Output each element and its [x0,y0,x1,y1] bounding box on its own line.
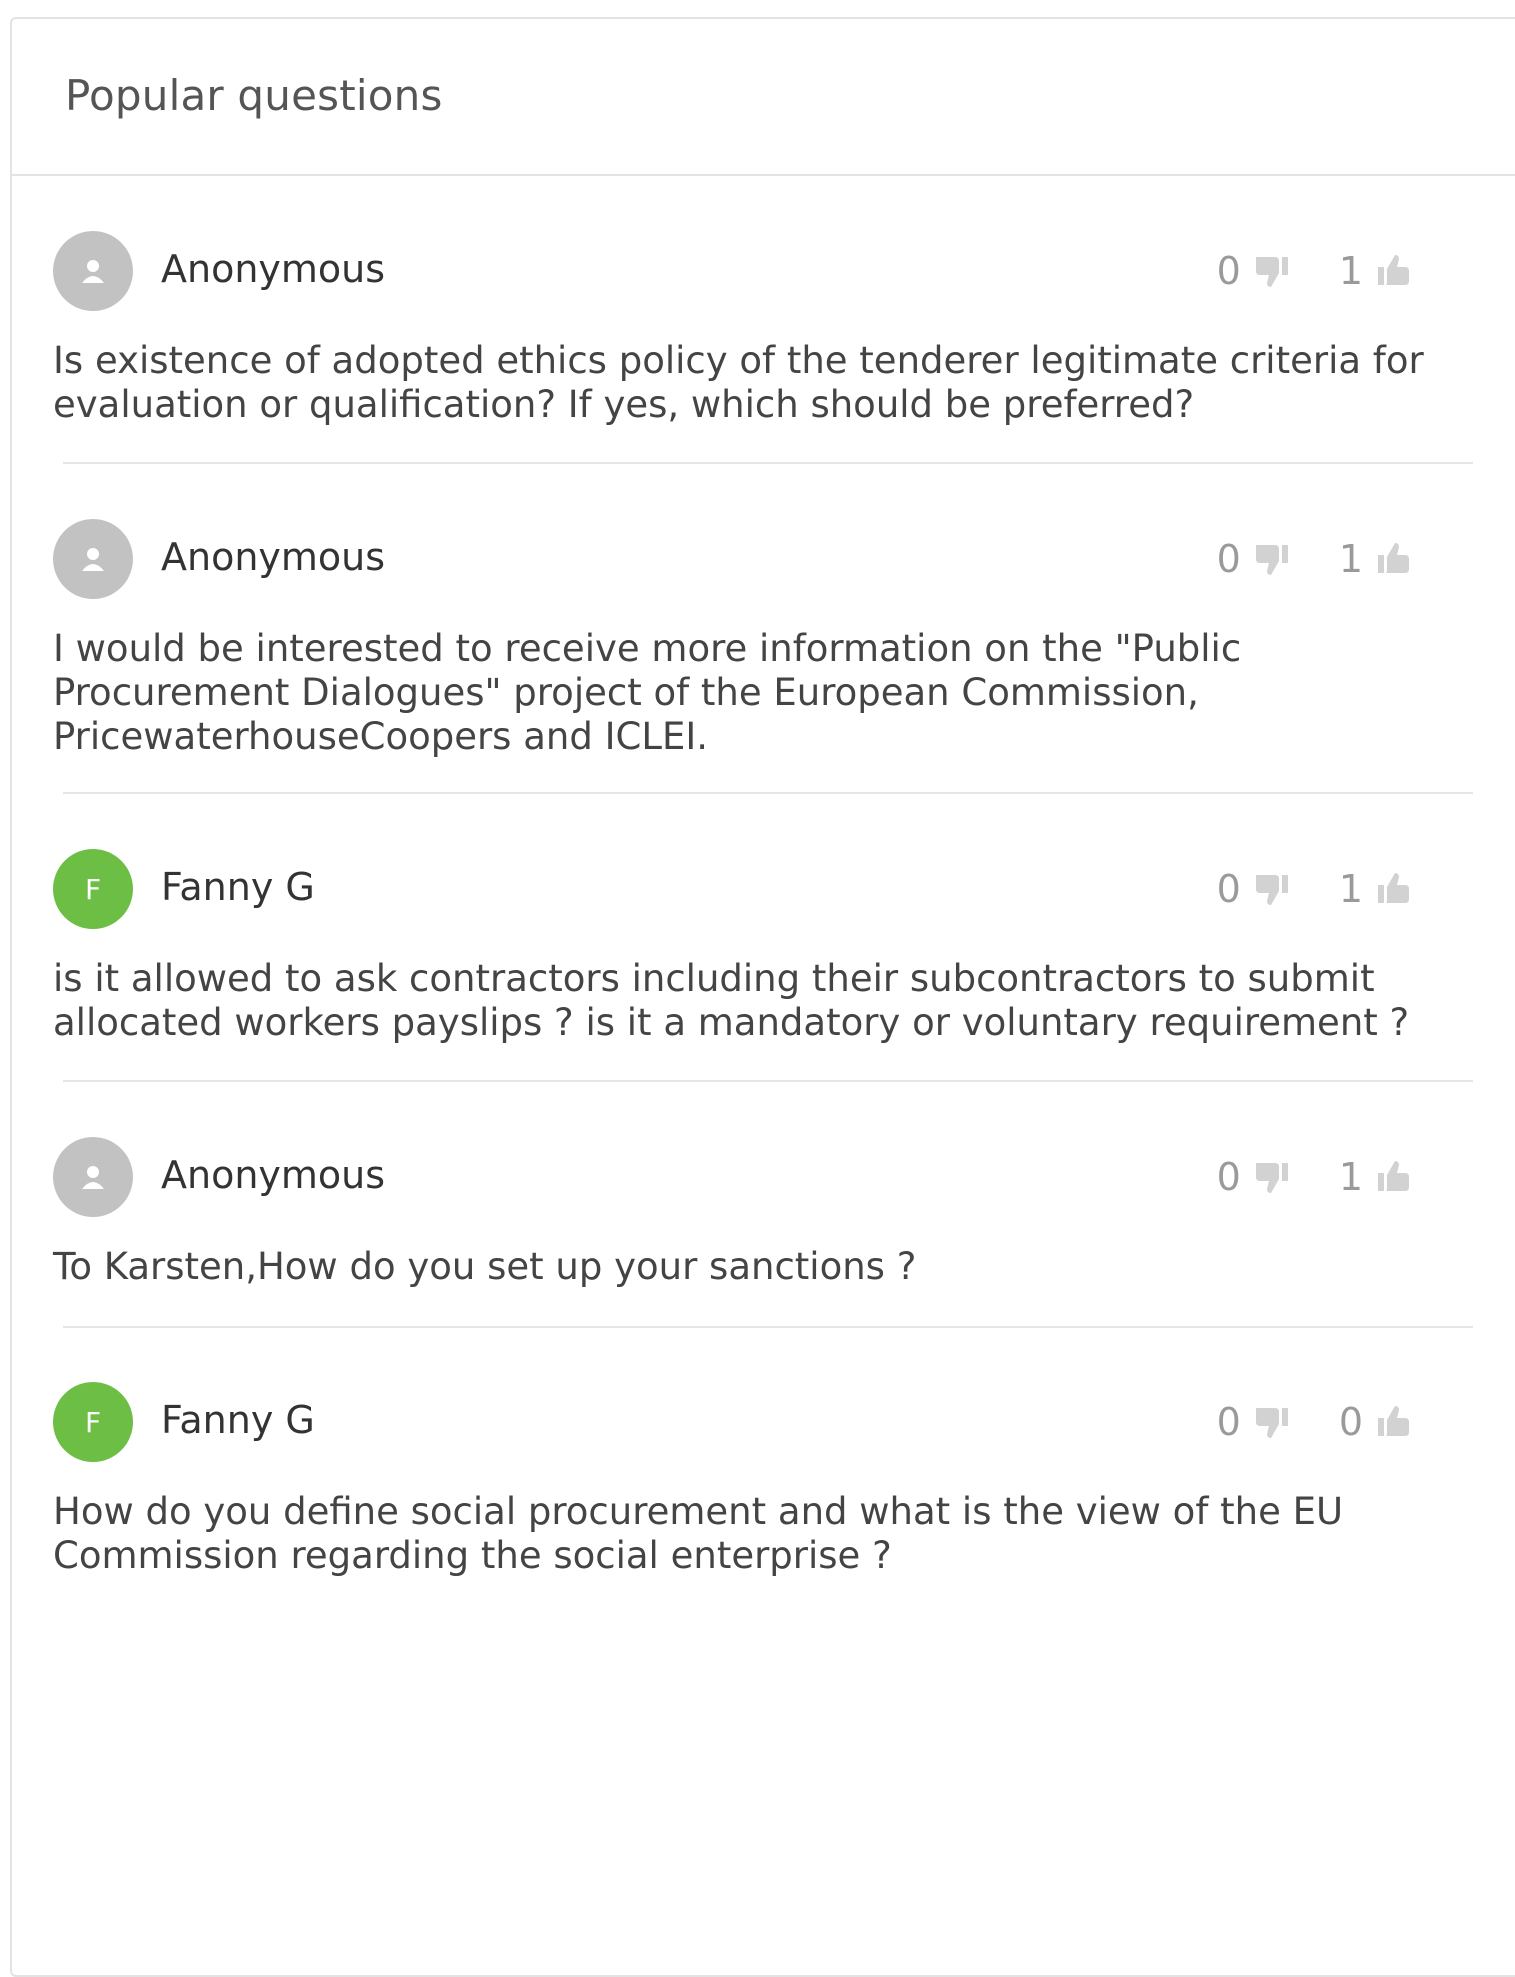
upvote-button[interactable]: 1 [1339,1155,1413,1199]
upvote-button[interactable]: 1 [1339,537,1413,581]
question-text: To Karsten,How do you set up your sancti… [53,1245,917,1288]
vote-controls: 0 1 [1217,867,1413,911]
question-item: Anonymous 0 1 To Karsten,How do you set … [53,1137,1463,1289]
upvote-count: 1 [1338,1155,1363,1199]
thumbs-up-icon [1378,543,1409,573]
vote-controls: 0 1 [1217,537,1413,581]
question-text: How do you define social procurement and… [53,1490,1344,1577]
vote-controls: 0 1 [1217,1155,1413,1199]
avatar [53,1137,133,1217]
thumbs-up-icon [1378,873,1409,903]
thumbs-down-icon [1255,545,1288,575]
avatar [53,519,133,599]
thumbs-down-icon [1255,1408,1288,1438]
thumbs-down-icon [1255,1163,1288,1193]
thumbs-up-icon [1378,1161,1409,1191]
downvote-count: 0 [1216,867,1241,911]
divider [63,1080,1473,1082]
author-name: Anonymous [161,1153,386,1197]
thumbs-down-icon [1255,875,1288,905]
downvote-button[interactable]: 0 [1217,1155,1291,1199]
user-icon [82,260,104,283]
downvote-count: 0 [1216,1400,1241,1444]
question-item: Anonymous 0 1 I would be interested to r… [53,519,1463,759]
question-text: I would be interested to receive more in… [53,627,1242,758]
thumbs-down-icon [1255,257,1288,287]
author-name: Anonymous [161,535,386,579]
downvote-count: 0 [1216,249,1241,293]
user-icon [82,1166,104,1189]
question-text: is it allowed to ask contractors includi… [53,957,1410,1044]
vote-controls: 0 1 [1217,249,1413,293]
upvote-count: 1 [1338,537,1363,581]
upvote-button[interactable]: 1 [1339,867,1413,911]
question-item: Anonymous 0 1 Is existence of adopted et… [53,231,1463,427]
downvote-button[interactable]: 0 [1217,537,1291,581]
downvote-button[interactable]: 0 [1217,1400,1291,1444]
thumbs-up-icon [1378,1406,1409,1436]
panel-header: Popular questions [12,19,1515,176]
upvote-count: 0 [1338,1400,1363,1444]
author-name: Fanny G [161,1398,315,1442]
panel-title: Popular questions [65,71,443,120]
avatar [53,231,133,311]
author-name: Anonymous [161,247,386,291]
downvote-count: 0 [1216,537,1241,581]
divider [63,792,1473,794]
upvote-count: 1 [1338,249,1363,293]
vote-controls: 0 0 [1217,1400,1413,1444]
thumbs-up-icon [1378,255,1409,285]
divider [63,1326,1473,1328]
upvote-button[interactable]: 0 [1339,1400,1413,1444]
upvote-count: 1 [1338,867,1363,911]
question-text: Is existence of adopted ethics policy of… [53,339,1424,426]
author-name: Fanny G [161,865,315,909]
downvote-button[interactable]: 0 [1217,867,1291,911]
user-icon [82,548,104,571]
question-item: F Fanny G 0 1 is it allowed to ask contr… [53,849,1463,1045]
divider [63,462,1473,464]
avatar: F [53,849,133,929]
downvote-button[interactable]: 0 [1217,249,1291,293]
downvote-count: 0 [1216,1155,1241,1199]
upvote-button[interactable]: 1 [1339,249,1413,293]
avatar: F [53,1382,133,1462]
question-item: F Fanny G 0 0 How do you define social p… [53,1382,1463,1578]
